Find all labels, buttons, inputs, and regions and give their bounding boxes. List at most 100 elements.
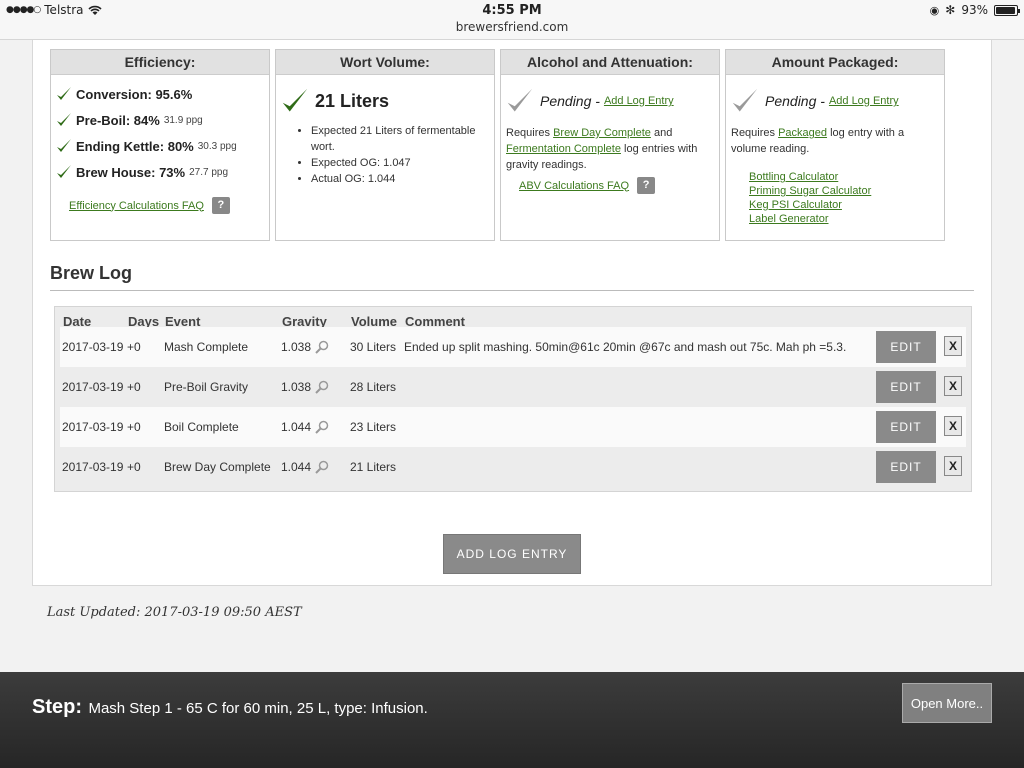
cell-days: +0 [127,420,141,434]
delete-button[interactable]: X [944,336,962,356]
wort-details: Expected 21 Liters of fermentable wort. … [311,123,489,187]
system-indicators: ◉ ✻ 93% [929,3,1020,17]
cell-event: Brew Day Complete [164,460,271,474]
battery-icon [994,4,1020,16]
priming-sugar-calculator-link[interactable]: Priming Sugar Calculator [749,185,939,197]
step-label: Step: [32,696,82,718]
step-description: Mash Step 1 - 65 C for 60 min, 25 L, typ… [88,700,428,717]
checkmark-icon [282,88,308,112]
checkmark-icon [57,165,71,178]
cell-event: Pre-Boil Gravity [164,380,249,394]
brew-session-panel: Efficiency: Conversion: 95.6% Pre-Boil: … [32,40,992,586]
label-generator-link[interactable]: Label Generator [749,213,939,225]
last-updated: Last Updated: 2017-03-19 09:50 AEST [47,605,302,620]
card-title: Alcohol and Attenuation: [501,50,719,75]
bottling-calculator-link[interactable]: Bottling Calculator [749,171,939,183]
magnifier-icon[interactable] [315,380,329,394]
delete-button[interactable]: X [944,456,962,476]
help-button[interactable]: ? [211,197,230,214]
cell-event: Boil Complete [164,420,239,434]
checkmark-icon [57,87,71,100]
keg-psi-calculator-link[interactable]: Keg PSI Calculator [749,199,939,211]
clock: 4:55 PM [482,3,542,18]
cell-days: +0 [127,460,141,474]
table-row: 2017-03-19 +0 Boil Complete 1.044 23 Lit… [60,407,966,447]
edit-button[interactable]: EDIT [876,331,936,363]
step-info: Step: Mash Step 1 - 65 C for 60 min, 25 … [32,696,428,719]
add-log-entry-button[interactable]: ADD LOG ENTRY [443,534,581,574]
delete-button[interactable]: X [944,416,962,436]
add-log-entry-link[interactable]: Add Log Entry [604,95,674,107]
cell-date: 2017-03-19 [62,420,124,434]
req-prefix: Requires [731,127,776,139]
magnifier-icon[interactable] [315,340,329,354]
address-bar[interactable]: brewersfriend.com [0,20,1024,34]
req-and: and [653,127,673,139]
orientation-lock-icon: ◉ [929,3,940,17]
cell-comment: Ended up split mashing. 50min@61c 20min … [404,340,847,354]
wort-detail: Actual OG: 1.044 [311,171,489,187]
wort-volume-card: Wort Volume: 21 Liters Expected 21 Liter… [275,49,495,241]
table-row: 2017-03-19 +0 Pre-Boil Gravity 1.038 28 … [60,367,966,407]
fermentation-complete-link[interactable]: Fermentation Complete [506,143,621,155]
card-title: Amount Packaged: [726,50,944,75]
cell-event: Mash Complete [164,340,249,354]
cell-days: +0 [127,340,141,354]
add-log-entry-link[interactable]: Add Log Entry [829,95,899,107]
cell-date: 2017-03-19 [62,340,124,354]
cell-days: +0 [127,380,141,394]
magnifier-icon[interactable] [315,420,329,434]
step-bar: Step: Mash Step 1 - 65 C for 60 min, 25 … [0,672,1024,768]
efficiency-faq-link[interactable]: Efficiency Calculations FAQ [69,200,204,212]
efficiency-label: Ending Kettle: 80% [76,138,194,154]
efficiency-row: Brew House: 73% 27.7 ppg [56,159,264,185]
card-title: Wort Volume: [276,50,494,75]
pending-label: Pending - [540,93,600,109]
efficiency-label: Pre-Boil: 84% [76,112,160,128]
brew-day-complete-link[interactable]: Brew Day Complete [553,127,651,139]
requirement-text: Requires Packaged log entry with a volum… [731,125,939,157]
efficiency-label: Conversion: 95.6% [76,86,193,102]
status-bar: ●●●●○ Telstra 4:55 PM brewersfriend.com … [0,0,1024,40]
cell-gravity: 1.044 [281,460,312,474]
efficiency-row: Conversion: 95.6% [56,81,264,107]
brew-log-table: Date Days Event Gravity Volume Comment 2… [54,306,972,492]
cell-volume: 28 Liters [350,380,397,394]
cell-date: 2017-03-19 [62,380,124,394]
battery-percent: 93% [961,3,988,17]
cell-volume: 23 Liters [350,420,397,434]
edit-button[interactable]: EDIT [876,451,936,483]
requirement-text: Requires Brew Day Complete and Fermentat… [506,125,714,173]
efficiency-ppg: 27.7 ppg [189,166,229,178]
calculator-links: Bottling Calculator Priming Sugar Calcul… [749,171,939,225]
efficiency-ppg: 30.3 ppg [197,140,237,152]
efficiency-ppg: 31.9 ppg [163,114,203,126]
pending-checkmark-icon [732,88,758,112]
cell-gravity: 1.044 [281,420,312,434]
help-button[interactable]: ? [637,177,656,194]
cell-gravity: 1.038 [281,340,312,354]
pending-checkmark-icon [507,88,533,112]
alcohol-attenuation-card: Alcohol and Attenuation: Pending - Add L… [500,49,720,241]
pending-label: Pending - [765,93,825,109]
efficiency-row: Ending Kettle: 80% 30.3 ppg [56,133,264,159]
abv-faq-link[interactable]: ABV Calculations FAQ [519,180,629,192]
cell-volume: 21 Liters [350,460,397,474]
edit-button[interactable]: EDIT [876,371,936,403]
efficiency-card: Efficiency: Conversion: 95.6% Pre-Boil: … [50,49,270,241]
packaged-link[interactable]: Packaged [778,127,827,139]
delete-button[interactable]: X [944,376,962,396]
card-title: Efficiency: [51,50,269,75]
cell-volume: 30 Liters [350,340,397,354]
bluetooth-icon: ✻ [945,3,956,17]
cell-gravity: 1.038 [281,380,312,394]
edit-button[interactable]: EDIT [876,411,936,443]
wort-detail: Expected 21 Liters of fermentable wort. [311,123,489,155]
checkmark-icon [57,113,71,126]
magnifier-icon[interactable] [315,460,329,474]
open-more-button[interactable]: Open More.. [902,683,992,723]
table-row: 2017-03-19 +0 Mash Complete 1.038 30 Lit… [60,327,966,367]
brew-log-heading: Brew Log [50,263,974,291]
req-prefix: Requires [506,127,551,139]
efficiency-label: Brew House: 73% [76,164,186,180]
